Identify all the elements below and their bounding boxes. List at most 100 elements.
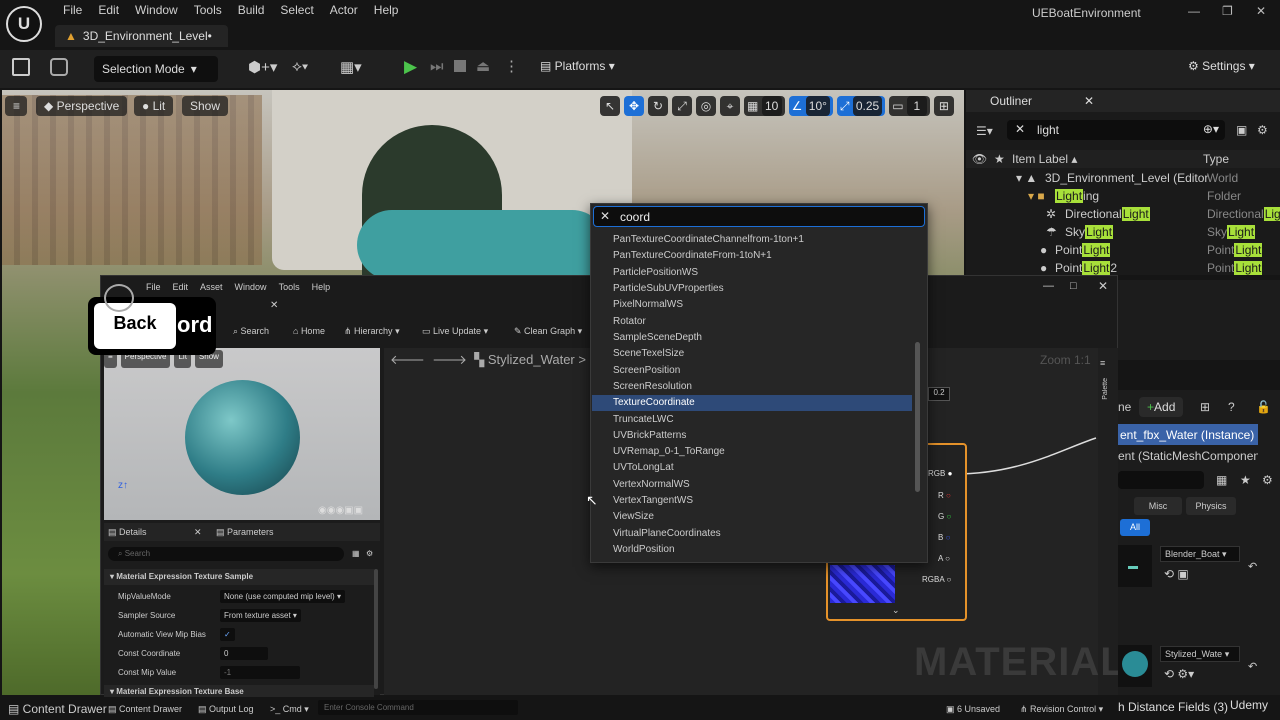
menu-file[interactable]: File	[55, 3, 90, 17]
item-label-header[interactable]: Item Label ▴	[1012, 152, 1077, 166]
details-settings-icon[interactable]: ⚙	[366, 549, 373, 558]
outliner-row[interactable]: ☂ SkyLight SkyLight	[966, 225, 1280, 243]
material-asset-picker[interactable]: Stylized_Wate ▾	[1160, 646, 1240, 662]
surface-snap-icon[interactable]: ⌖	[720, 96, 740, 116]
details-row-value[interactable]: None (use computed mip level) ▾	[220, 589, 345, 603]
select-mode-icon[interactable]: ↖	[600, 96, 620, 116]
clear-search-icon[interactable]: ✕	[1015, 122, 1025, 136]
search-result-item[interactable]: Rotator	[592, 314, 912, 330]
search-result-item[interactable]: ViewSize	[592, 509, 912, 525]
save-icon[interactable]	[12, 58, 30, 76]
search-result-item[interactable]: TruncateLWC	[592, 412, 912, 428]
node-expand-icon[interactable]: ⌄	[892, 605, 900, 616]
outliner-close-icon[interactable]: ✕	[1084, 94, 1094, 108]
outliner-row[interactable]: ● PointLight PointLight	[966, 243, 1280, 261]
content-drawer-button[interactable]: ▤ Content Drawer	[8, 702, 107, 716]
physics-filter-tab[interactable]: Physics	[1186, 497, 1236, 515]
me-clean-graph-button[interactable]: ✎ Clean Graph ▾	[514, 326, 582, 337]
checkbox[interactable]: ✓	[220, 627, 235, 641]
breadcrumb-asset[interactable]: Stylized_Water	[488, 352, 575, 367]
output-log-button[interactable]: ▤ Output Log	[198, 704, 254, 715]
me-maximize-icon[interactable]: □	[1070, 280, 1077, 292]
table-view-icon[interactable]: ▦	[1216, 473, 1227, 487]
pin-b[interactable]: B ○	[938, 533, 950, 542]
perspective-button[interactable]: ◆ Perspective	[36, 96, 128, 116]
details-row-value[interactable]: -1	[220, 665, 300, 679]
preview-shape-icons[interactable]: ◉◉◉▣▣	[318, 505, 363, 516]
expand-icon[interactable]: ▾ ▲	[1016, 171, 1037, 185]
outliner-row[interactable]: ▾ ▲ 3D_Environment_Level (Editor World	[966, 171, 1280, 189]
node-input-value[interactable]: 0.2	[928, 387, 950, 401]
menu-tools[interactable]: Tools	[186, 3, 230, 17]
mesh-asset-picker[interactable]: Blender_Boat ▾	[1160, 546, 1240, 562]
details-section-header[interactable]: ▾ Material Expression Texture Base	[104, 685, 374, 697]
favorite-star-icon[interactable]: ★	[1240, 473, 1251, 487]
rotate-icon[interactable]: ↻	[648, 96, 668, 116]
menu-build[interactable]: Build	[230, 3, 273, 17]
blueprint-icon[interactable]: ⟡▾	[292, 58, 308, 75]
help-icon[interactable]: ?	[1228, 400, 1235, 414]
search-result-item[interactable]: UVBrickPatterns	[592, 428, 912, 444]
search-result-item-selected[interactable]: TextureCoordinate	[592, 395, 912, 411]
menu-help[interactable]: Help	[366, 3, 407, 17]
search-result-item[interactable]: VertexNormalWS	[592, 477, 912, 493]
component-item[interactable]: ent (StaticMeshComponen	[1118, 449, 1258, 465]
forward-arrow-icon[interactable]: 🡒	[432, 352, 467, 367]
search-result-item[interactable]: UVRemap_0-1_ToRange	[592, 444, 912, 460]
me-minimize-icon[interactable]: —	[1043, 280, 1054, 292]
details-tab-close-icon[interactable]: ✕	[194, 527, 202, 538]
camera-speed-button[interactable]: ▭ 1	[889, 96, 930, 116]
palette-menu-icon[interactable]: ≡	[1100, 358, 1105, 368]
translate-icon[interactable]: ✥	[624, 96, 644, 116]
close-icon[interactable]: ✕	[1256, 4, 1266, 18]
type-header[interactable]: Type	[1203, 152, 1229, 166]
me-content-drawer-button[interactable]: ▤ Content Drawer	[108, 704, 182, 715]
clear-search-icon[interactable]: ✕	[600, 209, 610, 223]
material-browse-icons[interactable]: ⟲ ⚙▾	[1164, 667, 1194, 681]
maximize-icon[interactable]: ❐	[1222, 4, 1233, 18]
viewport-menu-icon[interactable]: ≡	[5, 96, 27, 116]
details-section-header[interactable]: ▾ Material Expression Texture Sample	[104, 569, 374, 585]
me-search-button[interactable]: ⌕ Search	[233, 326, 269, 337]
scale-snap-button[interactable]: ⤢ 0.25	[836, 96, 886, 116]
browse-icon[interactable]	[50, 58, 68, 76]
search-result-item[interactable]: ParticleSubUVProperties	[592, 281, 912, 297]
search-result-item[interactable]: PanTextureCoordinateFrom-1toN+1	[592, 248, 912, 264]
search-result-item[interactable]: UVToLongLat	[592, 460, 912, 476]
details-row-value[interactable]: From texture asset ▾	[220, 608, 301, 622]
eject-icon[interactable]: ⏏	[476, 57, 490, 75]
me-hierarchy-button[interactable]: ⋔ Hierarchy ▾	[344, 326, 400, 337]
details-scrollbar[interactable]	[374, 569, 378, 689]
cinematics-icon[interactable]: ▦▾	[340, 58, 362, 76]
world-local-icon[interactable]: ◎	[696, 96, 716, 116]
maximize-viewport-icon[interactable]: ⊞	[933, 96, 954, 116]
unsaved-button[interactable]: ▣ 6 Unsaved	[946, 704, 1000, 715]
reset-icon[interactable]: ↶	[1248, 660, 1257, 673]
pin-r[interactable]: R ○	[938, 491, 951, 500]
stop-icon[interactable]	[454, 60, 466, 72]
search-result-item[interactable]: VertexTangentWS	[592, 493, 912, 509]
add-actor-icon[interactable]: ⬢+▾	[248, 58, 277, 76]
selection-mode-dropdown[interactable]: Selection Mode ▾	[94, 56, 218, 82]
me-menu-help[interactable]: Help	[312, 282, 331, 292]
reset-icon[interactable]: ↶	[1248, 560, 1257, 573]
filter-icon[interactable]: ☰▾	[976, 124, 993, 138]
menu-actor[interactable]: Actor	[322, 3, 366, 17]
details-view-icon[interactable]: ▦	[352, 549, 360, 558]
parameters-tab[interactable]: ▤ Parameters	[216, 527, 274, 538]
lit-button[interactable]: ● Lit	[134, 96, 174, 116]
details-search-input[interactable]: ⌕ Search	[108, 547, 344, 561]
level-tab[interactable]: ▲ 3D_Environment_Level•	[55, 25, 228, 47]
visibility-icon[interactable]: 👁	[972, 152, 987, 166]
component-item-selected[interactable]: ent_fbx_Water (Instance)	[1118, 424, 1258, 445]
more-options-icon[interactable]: ⋮	[504, 57, 519, 75]
outliner-search-input[interactable]: ✕ light ⊕▾	[1007, 120, 1225, 140]
add-component-button[interactable]: +Add	[1139, 397, 1184, 417]
console-input[interactable]: Enter Console Command	[318, 700, 518, 715]
search-result-item[interactable]: SampleSceneDepth	[592, 330, 912, 346]
me-tab-close-icon[interactable]: ✕	[270, 300, 278, 311]
outliner-settings-icon[interactable]: ⚙	[1257, 123, 1268, 137]
menu-edit[interactable]: Edit	[90, 3, 127, 17]
lock-icon[interactable]: 🔓	[1256, 400, 1271, 414]
search-result-item[interactable]: ScreenPosition	[592, 363, 912, 379]
